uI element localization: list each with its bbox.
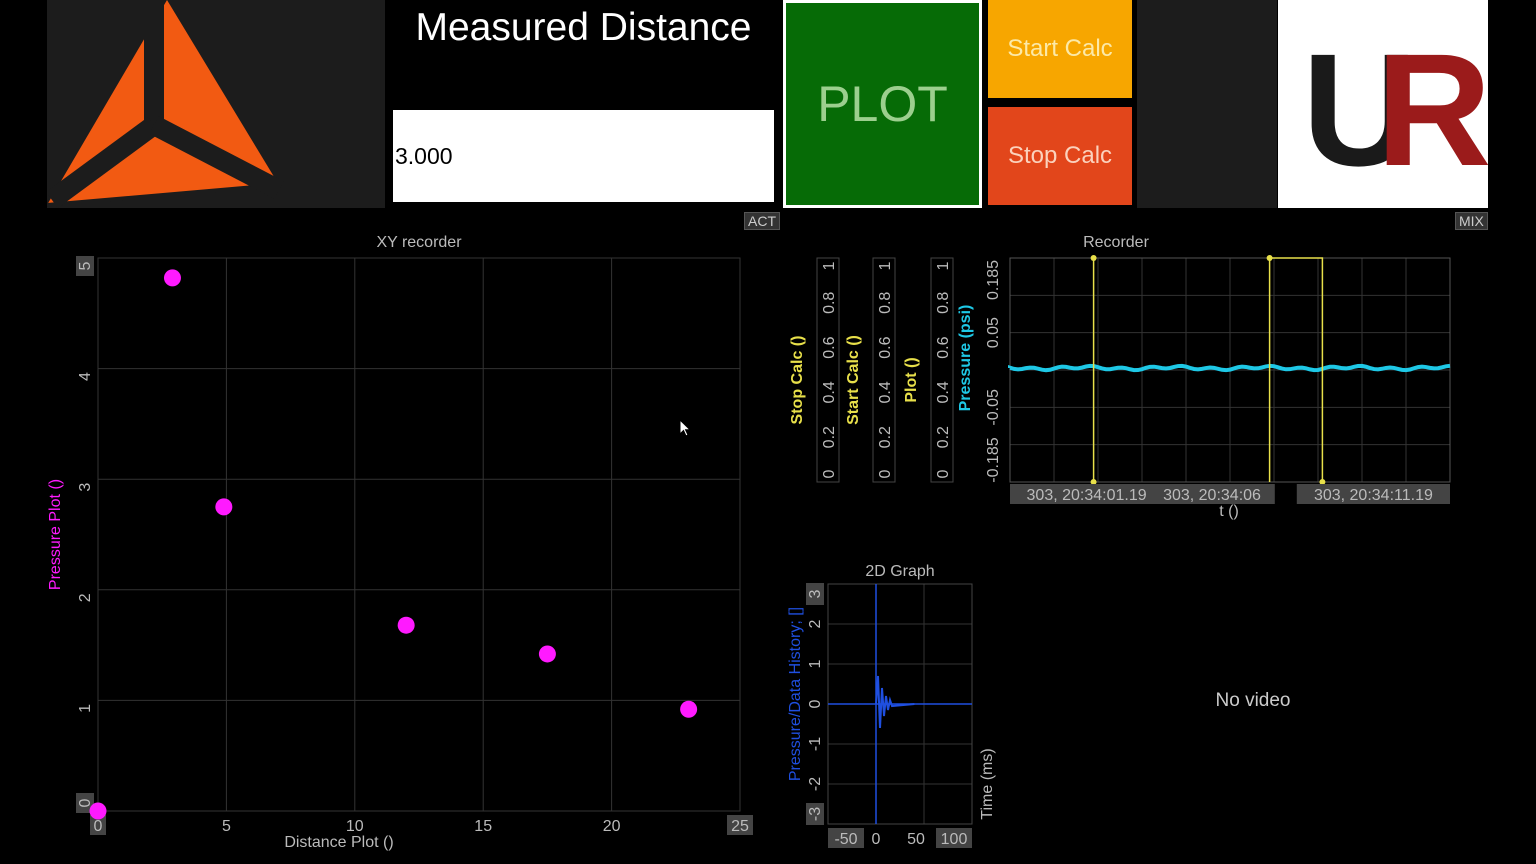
recorder-y-tick-label: 0.4	[935, 381, 952, 403]
xy-data-point	[680, 700, 698, 718]
start-calc-button[interactable]: Start Calc	[988, 0, 1132, 98]
recorder-x-tick-label: 303, 20:34:01.19	[1027, 487, 1147, 504]
recorder-y-tick-label: 0.05	[985, 317, 1002, 348]
recorder-pulse-marker	[1090, 255, 1097, 261]
xy-x-tick-label: 5	[222, 818, 231, 835]
recorder-y-tick-label: 0	[877, 469, 894, 478]
recorder-x-tick-label: 303, 20:34:11.19	[1314, 487, 1433, 504]
recorder-y-tick-label: 0	[935, 469, 952, 478]
xy-y-tick-label: 2	[77, 593, 94, 602]
graph2d-y-tick-label: 1	[807, 659, 824, 668]
recorder-y-tick-label: 0.4	[821, 381, 838, 403]
recorder-y-tick-label: 0.6	[821, 336, 838, 358]
recorder-axis-label: Pressure (psi)	[957, 305, 974, 412]
recorder-y-tick-label: 0	[821, 469, 838, 478]
recorder-y-tick-label: 1	[821, 261, 838, 270]
recorder-y-tick-label: 0.185	[985, 260, 1002, 300]
graph2d-x-tick-label: 100	[941, 831, 968, 848]
recorder-y-tick-label: -0.05	[985, 389, 1002, 426]
mix-tag: MIX	[1455, 212, 1488, 230]
xy-data-point	[89, 802, 107, 820]
xy-x-axis-label: Distance Plot ()	[284, 834, 393, 851]
xy-x-tick-label: 25	[731, 818, 749, 835]
xy-data-point	[163, 269, 181, 287]
recorder-y-tick-label: -0.185	[985, 437, 1002, 482]
recorder-chart[interactable]: 0 0.2 0.4 0.6 0.8 1 Stop Calc () 0 0.2 0.4 0.6 0.8 1…	[770, 250, 1460, 530]
xy-y-tick-label: 5	[77, 261, 94, 270]
recorder-y-tick-label: 0.8	[935, 292, 952, 314]
company-logo-left	[46, 0, 385, 209]
xy-y-tick-label: 1	[77, 704, 94, 713]
ur-logo-icon: U R	[1302, 20, 1492, 199]
recorder-y-tick-label: 1	[877, 261, 894, 270]
recorder-y-tick-label: 0.4	[877, 381, 894, 403]
graph2d-y-tick-label: -1	[807, 737, 824, 751]
graph2d-y-tick-label: 0	[807, 699, 824, 708]
xy-x-tick-label: 15	[474, 818, 492, 835]
recorder-y-tick-label: 0.8	[877, 292, 894, 314]
graph2d-signal-line	[875, 675, 915, 729]
graph2d-y-axis-label: Pressure/Data History; []	[787, 607, 804, 781]
measured-distance-panel: Measured Distance	[386, 0, 781, 208]
recorder-x-axis-label: t ()	[1219, 503, 1239, 520]
graph2d-x-axis-label: Time (ms)	[979, 748, 996, 819]
graph2d-chart[interactable]: -3 -2 -1 0 1 2 3 -50 0 50 100 Pressure/Data History…	[770, 578, 1010, 864]
stop-calc-button[interactable]: Stop Calc	[988, 107, 1132, 205]
graph2d-y-tick-label: -2	[807, 777, 824, 791]
recorder-axis-label: Start Calc ()	[845, 335, 862, 425]
xy-y-tick-label: 3	[77, 483, 94, 492]
act-tag: ACT	[744, 212, 780, 230]
xy-x-tick-label: 20	[603, 818, 621, 835]
recorder-y-tick-label: 0.2	[877, 426, 894, 448]
svg-text:R: R	[1376, 20, 1488, 199]
xy-x-tick-label: 10	[346, 818, 364, 835]
recorder-y-tick-label: 0.6	[877, 336, 894, 358]
recorder-y-tick-label: 1	[935, 261, 952, 270]
mouse-cursor-icon	[679, 419, 692, 437]
company-logo-right: U R	[1278, 0, 1492, 208]
recorder-y-tick-label: 0.8	[821, 292, 838, 314]
xy-data-point	[215, 498, 233, 516]
graph2d-y-tick-label: 3	[807, 589, 824, 598]
xy-data-point	[538, 645, 556, 663]
measured-distance-input[interactable]	[393, 110, 774, 202]
xy-y-tick-label: 4	[77, 372, 94, 381]
recorder-y-tick-label: 0.6	[935, 336, 952, 358]
plot-button[interactable]: PLOT	[783, 0, 982, 208]
header-spacer	[1137, 0, 1277, 208]
graph2d-x-tick-label: 50	[907, 831, 925, 848]
graph2d-y-tick-label: 2	[807, 619, 824, 628]
graph2d-y-tick-label: -3	[807, 807, 824, 821]
graph2d-x-tick-label: -50	[834, 831, 857, 848]
recorder-y-tick-label: 0.2	[821, 426, 838, 448]
xy-recorder-chart[interactable]: 0 5 10 15 20 25012345Distance Plot ()Pressure…	[0, 250, 760, 864]
no-video-text: No video	[1215, 690, 1291, 711]
graph2d-x-tick-label: 0	[872, 831, 881, 848]
recorder-y-tick-label: 0.2	[935, 426, 952, 448]
recorder-axis-label: Plot ()	[903, 357, 920, 402]
xy-x-tick-label: 0	[94, 818, 103, 835]
recorder-x-tick-label: 303, 20:34:06	[1163, 487, 1261, 504]
xy-plot-area	[97, 257, 741, 812]
triangle-logo-icon	[46, 0, 284, 209]
measured-distance-title: Measured Distance	[415, 6, 752, 49]
recorder-axis-label: Stop Calc ()	[789, 336, 806, 425]
xy-data-point	[397, 616, 415, 634]
recorder-pulse-marker	[1266, 255, 1273, 261]
xy-y-axis-label: Pressure Plot ()	[47, 479, 64, 590]
